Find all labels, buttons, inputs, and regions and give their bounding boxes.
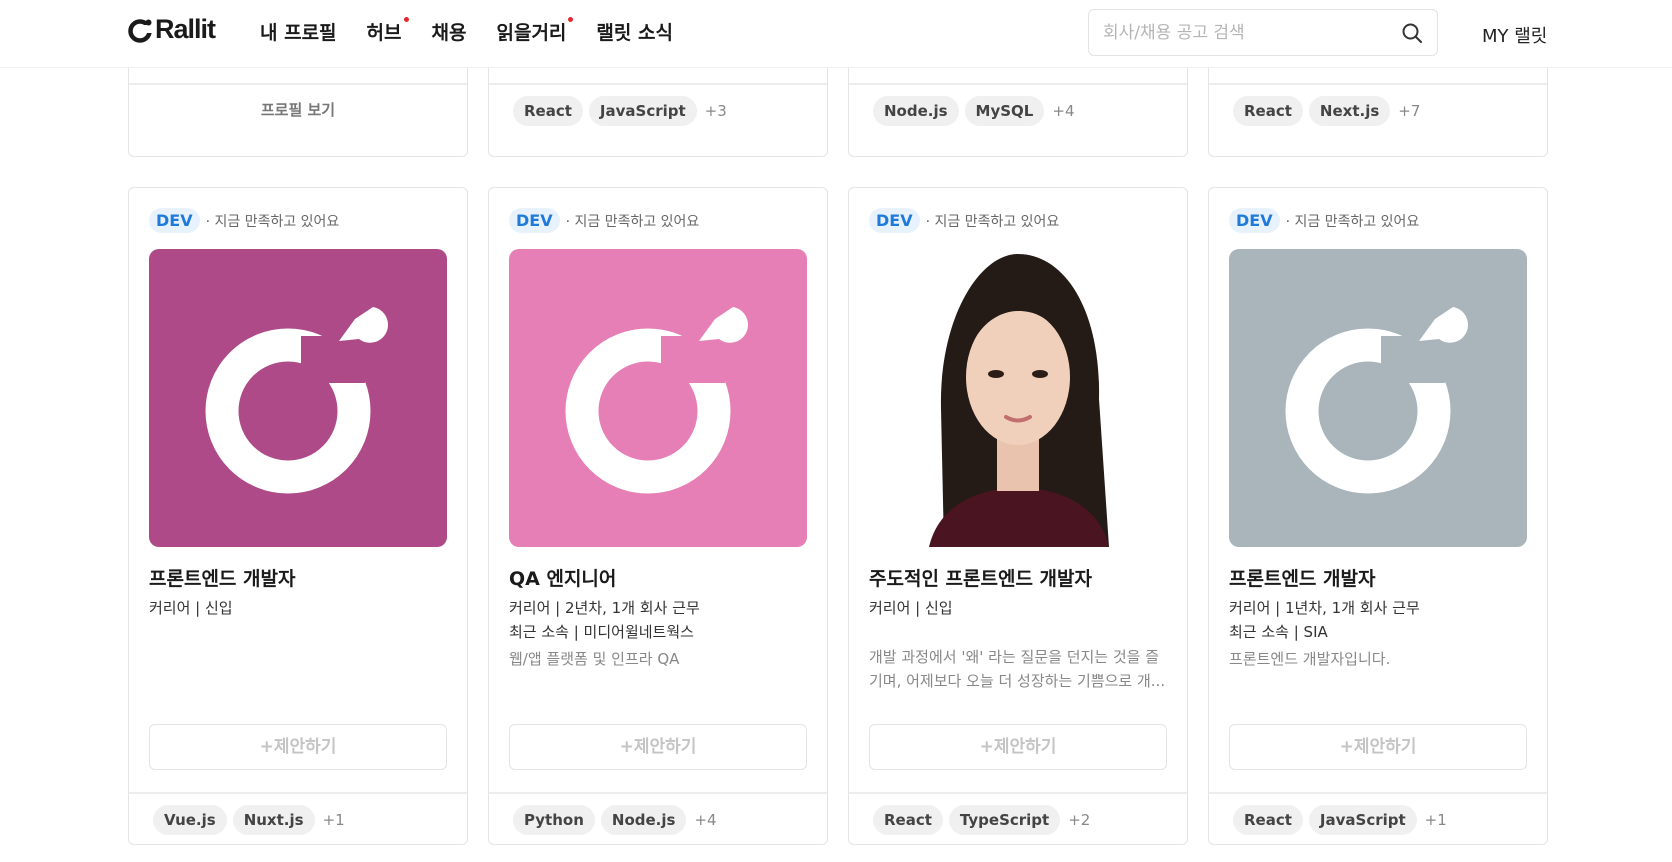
nav-item-reading[interactable]: 읽을거리 [496,17,574,45]
rallit-avatar-icon [205,307,388,494]
nav-item-my-profile[interactable]: 내 프로필 [260,18,337,45]
card-tagline: DEV · 지금 만족하고 있어요 [1229,208,1419,233]
nav-item-hub[interactable]: 허브 [367,17,409,45]
search-input[interactable] [1103,10,1393,55]
card-footer: 프로필 보기 [129,83,467,137]
skill-tag[interactable]: MySQL [964,96,1045,126]
intro-text: 웹/앱 플랫폼 및 인프라 QA [509,650,680,668]
rallit-logo[interactable]: Rallit [128,14,216,45]
rallit-avatar-icon [1285,307,1468,494]
skill-tag[interactable]: JavaScript [588,96,697,126]
propose-button[interactable]: +제안하기 [1229,724,1527,770]
skill-tags: Node.js MySQL +4 [873,96,1075,126]
card-footer: React JavaScript +3 [489,83,827,137]
more-tags-count: +4 [694,811,717,829]
intro-text: 프론트엔드 개발자입니다. [1229,650,1391,668]
company-text: 최근 소속 | SIA [1229,623,1328,641]
dev-badge: DEV [869,208,920,233]
profile-card[interactable]: DEV · 지금 만족하고 있어요 QA 엔지니어 커리어 | 2년차, 1개 … [488,187,828,845]
profile-card[interactable]: DEV · 지금 만족하고 있어요 프론트엔드 개발자 커리어 | 신입 +제안… [128,187,468,845]
person-photo-icon [929,254,1109,547]
profile-card[interactable]: DEV · 지금 만족하고 있어요 프론트엔드 개발자 커리어 | 1년차, 1… [1208,187,1548,845]
new-dot [403,17,409,22]
status-text: · 지금 만족하고 있어요 [205,213,340,230]
more-tags-count: +7 [1398,102,1421,120]
card-footer: React TypeScript +2 [849,792,1187,844]
dev-badge: DEV [509,208,560,233]
profile-card[interactable]: DEV · 지금 만족하고 있어요 주도적인 프론트엔드 개발자 커리어 | 신… [848,187,1188,845]
skill-tag[interactable]: React [1233,96,1303,126]
card-tagline: DEV · 지금 만족하고 있어요 [869,208,1059,233]
career-text: 커리어 | 신입 [149,599,233,617]
more-tags-count: +2 [1068,811,1091,829]
card-footer: Node.js MySQL +4 [849,83,1187,137]
status-text: · 지금 만족하고 있어요 [925,213,1060,230]
more-tags-count: +4 [1052,102,1075,120]
skill-tags: Python Node.js +4 [513,805,717,835]
card-title: 프론트엔드 개발자 [1229,568,1376,590]
skill-tag[interactable]: TypeScript [948,805,1061,835]
skill-tag[interactable]: Nuxt.js [232,805,315,835]
more-tags-count: +3 [704,102,727,120]
propose-button[interactable]: +제안하기 [149,724,447,770]
skill-tags: React TypeScript +2 [873,805,1090,835]
search-box [1088,9,1438,56]
skill-tag[interactable]: Vue.js [153,805,227,835]
skill-tag[interactable]: Node.js [873,96,959,126]
skill-tags: React JavaScript +1 [1233,805,1447,835]
rallit-avatar-icon [565,307,748,494]
card-tagline: DEV · 지금 만족하고 있어요 [149,208,339,233]
career-text: 커리어 | 1년차, 1개 회사 근무 [1229,599,1420,617]
propose-button[interactable]: +제안하기 [869,724,1167,770]
dev-badge: DEV [149,208,200,233]
avatar [509,249,807,547]
company-text: 최근 소속 | 미디어윌네트웍스 [509,623,694,641]
my-rallit-link[interactable]: MY 랠릿 [1482,22,1547,48]
new-dot [568,17,574,22]
career-text: 커리어 | 신입 [869,599,953,617]
skill-tag[interactable]: Next.js [1308,96,1391,126]
status-text: · 지금 만족하고 있어요 [565,213,700,230]
card-footer: React JavaScript +1 [1209,792,1547,844]
search-icon[interactable] [1401,22,1423,44]
avatar [1229,249,1527,547]
skill-tag[interactable]: React [1233,805,1303,835]
card-title: 주도적인 프론트엔드 개발자 [869,568,1092,590]
dev-badge: DEV [1229,208,1280,233]
propose-button[interactable]: +제안하기 [509,724,807,770]
card-title: QA 엔지니어 [509,568,617,590]
nav-item-jobs[interactable]: 채용 [432,18,467,45]
card-footer: Python Node.js +4 [489,792,827,844]
skill-tag[interactable]: Node.js [600,805,687,835]
more-tags-count: +1 [1424,811,1447,829]
top-header: Rallit 내 프로필 허브 채용 읽을거리 랠릿 소식 MY 랠릿 [0,0,1672,68]
career-text: 커리어 | 2년차, 1개 회사 근무 [509,599,700,617]
skill-tags: React Next.js +7 [1233,96,1420,126]
intro-text: 개발 과정에서 '왜' 라는 질문을 던지는 것을 즐기며, 어제보다 오늘 더… [869,648,1166,690]
skill-tag[interactable]: JavaScript [1308,805,1417,835]
skill-tag[interactable]: React [513,96,583,126]
card-footer: Vue.js Nuxt.js +1 [129,792,467,844]
status-text: · 지금 만족하고 있어요 [1285,213,1420,230]
main-nav: 내 프로필 허브 채용 읽을거리 랠릿 소식 [260,17,703,45]
view-profile-link[interactable]: 프로필 보기 [129,99,467,120]
card-tagline: DEV · 지금 만족하고 있어요 [509,208,699,233]
avatar [149,249,447,547]
rallit-logo-icon [128,18,152,43]
skill-tags: React JavaScript +3 [513,96,727,126]
nav-item-news[interactable]: 랠릿 소식 [596,18,673,45]
logo-text: Rallit [155,14,216,44]
more-tags-count: +1 [322,811,345,829]
avatar-photo [869,249,1167,547]
skill-tag[interactable]: React [873,805,943,835]
skill-tags: Vue.js Nuxt.js +1 [153,805,345,835]
skill-tag[interactable]: Python [513,805,595,835]
card-footer: React Next.js +7 [1209,83,1547,137]
card-title: 프론트엔드 개발자 [149,568,296,590]
